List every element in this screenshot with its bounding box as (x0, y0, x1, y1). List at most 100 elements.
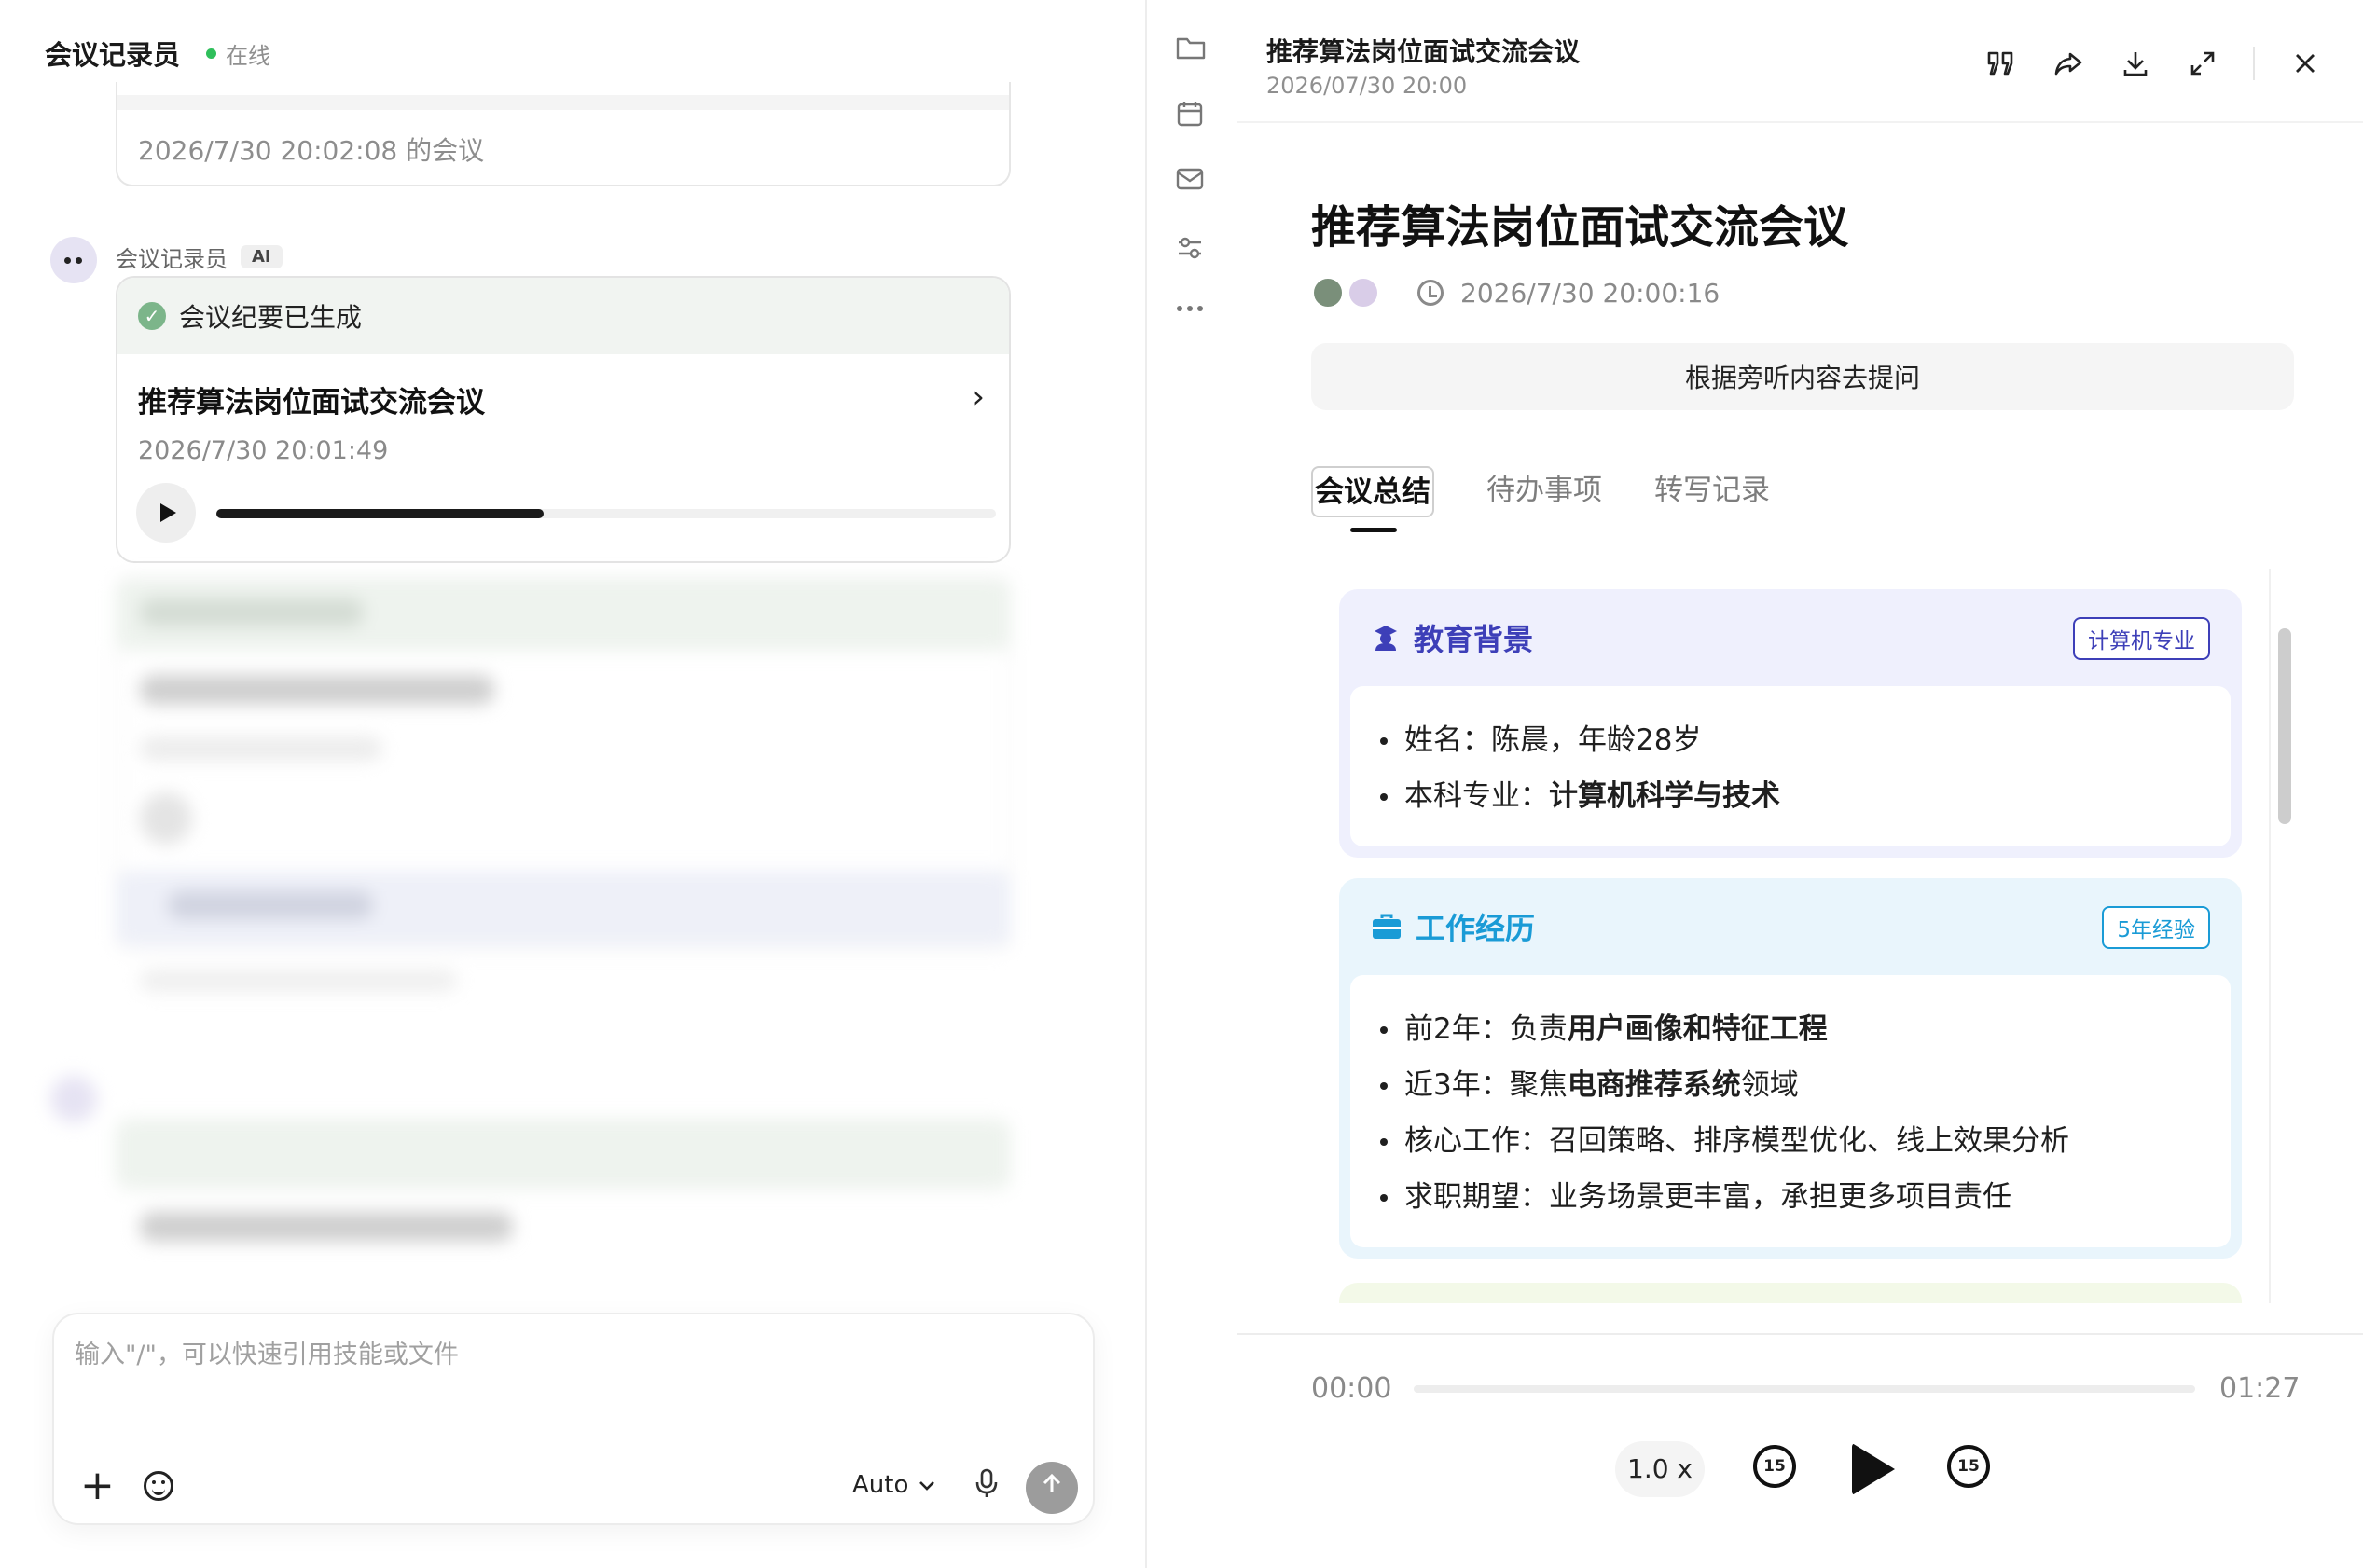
tab-summary[interactable]: 会议总结 (1311, 466, 1434, 532)
blurred-line (140, 675, 494, 705)
scrollbar-thumb[interactable] (2278, 628, 2291, 824)
previous-meeting-card[interactable]: 2026/7/30 20:02:08 的会议 (116, 82, 1011, 186)
graduate-icon (1375, 626, 1397, 651)
chevron-down-icon (919, 1481, 935, 1491)
composer: + Auto (52, 1313, 1095, 1525)
section-header: 工作经历 5年经验 (1350, 878, 2231, 975)
detail-top-bar: 推荐算法岗位面试交流会议 2026/07/30 20:00 (1237, 0, 2363, 123)
briefcase-icon (1373, 914, 1401, 939)
skip-forward-15-icon[interactable]: 15 (1947, 1445, 1990, 1488)
meta-row: 2026/7/30 20:00:16 (1311, 276, 1720, 309)
summary-card-header: ✓ 会议纪要已生成 (117, 278, 1009, 354)
summary-card-time: 2026/7/30 20:01:49 (138, 436, 389, 465)
download-icon[interactable] (2119, 47, 2152, 80)
model-label: Auto (852, 1471, 909, 1499)
list-item: 姓名：陈晨，年龄28岁 (1380, 712, 2231, 768)
send-button[interactable] (1026, 1462, 1078, 1514)
mail-icon[interactable] (1175, 166, 1209, 199)
blurred-line (140, 970, 457, 992)
blurred-history (0, 559, 1145, 1305)
chat-title: 会议记录员 (45, 39, 181, 71)
check-icon: ✓ (138, 302, 166, 330)
section-header: 教育背景 计算机专业 (1350, 589, 2231, 686)
meeting-timestamp: 2026/7/30 20:00:16 (1460, 277, 1720, 309)
microphone-icon[interactable] (968, 1467, 1005, 1505)
audio-play-button[interactable] (136, 483, 196, 543)
arrow-up-icon (1043, 1473, 1061, 1492)
skip-back-label: 15 (1763, 1457, 1786, 1476)
section-work-experience: 工作经历 5年经验 前2年：负责用户画像和特征工程 近3年：聚焦电商推荐系统领域… (1339, 878, 2242, 1259)
clock-icon (1417, 280, 1444, 306)
scrollbar-track[interactable] (2269, 569, 2291, 1303)
online-status: 在线 (206, 37, 270, 70)
ask-question-button[interactable]: 根据旁听内容去提问 (1311, 343, 2294, 410)
summary-status-text: 会议纪要已生成 (179, 302, 363, 333)
blurred-avatar (50, 1076, 97, 1122)
list-item: 本科专业：计算机科学与技术 (1380, 768, 2231, 824)
section-tag: 5年经验 (2102, 906, 2210, 949)
previous-meeting-strip (117, 95, 1009, 110)
list-item: 求职期望：业务场景更丰富，承担更多项目责任 (1380, 1169, 2231, 1225)
document-title: 推荐算法岗位面试交流会议 (1311, 201, 1849, 254)
item-bold-text: 电商推荐系统 (1567, 1068, 1741, 1102)
emoji-icon[interactable] (144, 1471, 173, 1501)
blurred-line (140, 1212, 513, 1242)
section-title: 教育背景 (1414, 622, 1534, 657)
sliders-icon[interactable] (1175, 233, 1209, 267)
quote-icon[interactable] (1984, 47, 2018, 80)
blurred-line (140, 598, 364, 626)
folder-icon[interactable] (1175, 34, 1209, 67)
expand-icon[interactable] (2186, 47, 2219, 80)
list-item: 近3年：聚焦电商推荐系统领域 (1380, 1057, 2231, 1113)
model-selector[interactable]: Auto (852, 1471, 936, 1499)
participant-avatar (1347, 276, 1380, 309)
section-education: 教育背景 计算机专业 姓名：陈晨，年龄28岁 本科专业：计算机科学与技术 (1339, 589, 2242, 858)
item-text: 业务场景更丰富，承担更多项目责任 (1549, 1180, 2011, 1214)
list-item: 核心工作：召回策略、排序模型优化、线上效果分析 (1380, 1113, 2231, 1169)
blurred-card-header (116, 1119, 1011, 1190)
item-label: 核心工作： (1404, 1124, 1549, 1158)
summary-scroll-area[interactable]: 教育背景 计算机专业 姓名：陈晨，年龄28岁 本科专业：计算机科学与技术 工作经… (1339, 571, 2328, 1303)
plus-icon[interactable]: + (80, 1465, 115, 1506)
detail-header-title: 推荐算法岗位面试交流会议 (1266, 36, 1581, 67)
section-tag: 计算机专业 (2073, 617, 2210, 660)
item-suffix: 领域 (1740, 1068, 1799, 1102)
audio-progress-fill (216, 509, 545, 518)
detail-tabs: 会议总结 待办事项 转写记录 (1311, 466, 1770, 532)
calendar-icon[interactable] (1175, 99, 1209, 132)
summary-card-title: 推荐算法岗位面试交流会议 (138, 386, 485, 420)
online-status-text: 在线 (226, 42, 271, 69)
share-icon[interactable] (2052, 47, 2085, 80)
bot-name: 会议记录员 (116, 246, 228, 272)
item-label: 姓名： (1404, 723, 1491, 757)
ai-badge: AI (241, 245, 283, 268)
close-icon[interactable] (2288, 47, 2322, 80)
chevron-right-icon[interactable]: › (972, 378, 985, 416)
list-item: 前2年：负责用户画像和特征工程 (1380, 1001, 2231, 1057)
detail-header-subtitle: 2026/07/30 20:00 (1266, 73, 1468, 99)
section-body: 前2年：负责用户画像和特征工程 近3年：聚焦电商推荐系统领域 核心工作：召回策略… (1350, 975, 2231, 1247)
audio-progress-track[interactable] (216, 509, 996, 518)
online-dot-icon (206, 48, 217, 59)
summary-card[interactable]: ✓ 会议纪要已生成 推荐算法岗位面试交流会议 › 2026/7/30 20:01… (116, 276, 1011, 563)
more-icon[interactable] (1175, 300, 1209, 334)
bot-name-row: 会议记录员 AI (116, 241, 283, 273)
player-progress-track[interactable] (1414, 1385, 2195, 1393)
tab-transcript[interactable]: 转写记录 (1654, 466, 1770, 517)
tab-todos[interactable]: 待办事项 (1486, 466, 1602, 517)
message-input[interactable] (75, 1341, 1007, 1369)
audio-player: 00:00 01:27 1.0 x 15 15 (1237, 1333, 2363, 1568)
item-label: 近3年： (1404, 1068, 1510, 1102)
item-label: 前2年： (1404, 1012, 1510, 1046)
play-icon[interactable] (1852, 1443, 1895, 1495)
item-label: 求职期望： (1404, 1180, 1549, 1214)
skip-back-15-icon[interactable]: 15 (1753, 1445, 1796, 1488)
previous-meeting-label: 2026/7/30 20:02:08 的会议 (138, 135, 485, 166)
item-text: 陈晨，年龄28岁 (1491, 723, 1702, 757)
player-duration: 01:27 (2219, 1372, 2301, 1405)
section-next (1339, 1283, 2242, 1303)
blurred-line (168, 891, 373, 919)
section-title: 工作经历 (1416, 911, 1536, 946)
playback-speed-button[interactable]: 1.0 x (1615, 1441, 1705, 1497)
skip-forward-label: 15 (1957, 1457, 1980, 1476)
